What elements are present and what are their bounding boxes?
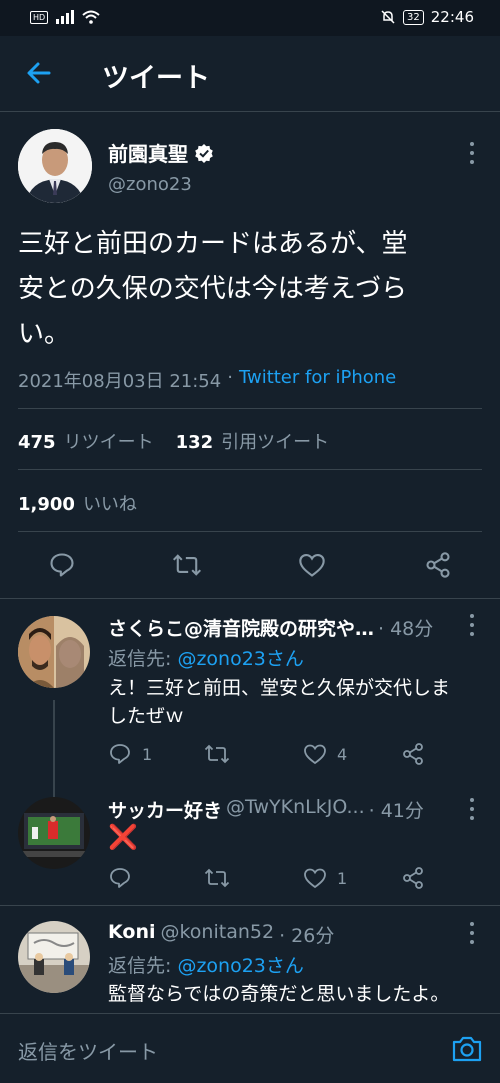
likes-label[interactable]: いいね xyxy=(83,490,137,516)
like-count: 4 xyxy=(337,744,348,764)
divider xyxy=(18,469,482,470)
retweet-icon[interactable] xyxy=(204,866,230,890)
tweet-meta: 2021年08月03日 21:54 · Twitter for iPhone xyxy=(18,367,396,393)
retweet-button[interactable] xyxy=(204,742,240,766)
reply-header: サッカー好き @TwYKnLkJO... · 41分 xyxy=(108,796,458,823)
reply-header: さくらこ@清音院殿の研究や… · 48分 xyxy=(108,614,458,641)
more-icon[interactable] xyxy=(469,614,475,636)
like-button[interactable]: 4 xyxy=(303,742,347,766)
meta-separator: · xyxy=(227,367,233,388)
retweet-icon[interactable] xyxy=(172,551,202,579)
reply-author-handle: @TwYKnLkJO... xyxy=(226,796,365,818)
top-app-bar: ツイート xyxy=(0,36,500,112)
author-handle: @zono23 xyxy=(108,174,192,195)
tweet-text: 三好と前田のカードはあるが、堂 安との久保の交代は今は考えづら い。 xyxy=(18,222,488,357)
reply-time: · 26分 xyxy=(279,925,335,947)
reply-avatar[interactable] xyxy=(18,616,90,688)
retweets-count[interactable]: 475 xyxy=(18,432,56,453)
author-avatar[interactable] xyxy=(18,129,92,203)
likes-count[interactable]: 1,900 xyxy=(18,494,75,515)
camera-icon[interactable] xyxy=(451,1034,483,1064)
quotes-label[interactable]: 引用ツイート xyxy=(221,428,329,454)
share-icon[interactable] xyxy=(424,551,452,579)
retweet-button[interactable] xyxy=(204,866,240,890)
status-bar: HD 32 22:46 xyxy=(0,0,500,36)
reply-author-handle: @konitan52 xyxy=(160,921,275,943)
tweet-text-line: い。 xyxy=(18,319,71,349)
network-type: HD xyxy=(30,10,49,24)
author-name[interactable]: 前園真聖 xyxy=(108,138,188,167)
divider xyxy=(18,408,482,409)
reply-text-line: え！三好と前田、堂安と久保が交代しま xyxy=(108,677,451,699)
reply-avatar[interactable] xyxy=(18,921,90,993)
reply-icon[interactable] xyxy=(48,551,76,579)
reply-compose-input[interactable]: 返信をツイート xyxy=(18,1036,158,1065)
more-icon[interactable] xyxy=(469,922,475,944)
reply-time: · 48分 xyxy=(378,618,434,640)
reply-to-handle[interactable]: @zono23さん xyxy=(177,955,303,977)
more-icon[interactable] xyxy=(469,142,475,164)
reply-text-line: 監督ならではの奇策だと思いましたよ。 xyxy=(108,983,450,1005)
share-icon[interactable] xyxy=(401,742,425,766)
likes-stats: 1,900 いいね xyxy=(18,490,137,516)
verified-badge-icon xyxy=(195,143,213,163)
reply-time: · 41分 xyxy=(368,800,424,822)
reply-button[interactable] xyxy=(108,866,142,890)
mute-bell-icon xyxy=(381,10,395,24)
reply-to-line: 返信先: @zono23さん xyxy=(108,951,304,978)
reply-compose-bar: 返信をツイート xyxy=(0,1013,500,1083)
tweet-timestamp: 2021年08月03日 21:54 xyxy=(18,371,222,392)
quotes-count[interactable]: 132 xyxy=(176,432,214,453)
reply-to-line: 返信先: @zono23さん xyxy=(108,644,304,671)
like-button[interactable]: 1 xyxy=(303,866,347,890)
retweets-label[interactable]: リツイート xyxy=(64,428,154,454)
reply-text: 監督ならではの奇策だと思いましたよ。 xyxy=(108,980,449,1008)
reply-author-name[interactable]: サッカー好き xyxy=(108,796,222,823)
clock: 22:46 xyxy=(430,8,474,26)
tweet-text-line: 安との久保の交代は今は考えづら xyxy=(18,274,407,304)
battery-level: 32 xyxy=(403,9,424,25)
thread-line xyxy=(53,700,55,802)
reply-button[interactable]: 1 xyxy=(108,742,152,766)
engagement-stats: 475 リツイート 132 引用ツイート xyxy=(18,428,329,454)
share-icon[interactable] xyxy=(401,866,425,890)
reply-avatar[interactable] xyxy=(18,797,90,869)
signal-icon xyxy=(56,10,75,24)
page-title: ツイート xyxy=(102,63,210,94)
reply-to-prefix: 返信先: xyxy=(108,955,178,977)
back-arrow-icon[interactable] xyxy=(24,58,54,88)
reply-author-name[interactable]: さくらこ@清音院殿の研究や… xyxy=(108,614,374,641)
cross-mark-icon: ❌ xyxy=(108,823,138,851)
reply-text: え！三好と前田、堂安と久保が交代しま したぜｗ xyxy=(108,674,450,730)
divider xyxy=(0,905,500,906)
like-count: 1 xyxy=(337,868,348,888)
reply-header: Koni @konitan52 · 26分 xyxy=(108,921,458,948)
reply-icon[interactable] xyxy=(108,866,132,890)
retweet-icon[interactable] xyxy=(204,742,230,766)
more-icon[interactable] xyxy=(469,798,475,820)
like-icon[interactable] xyxy=(303,866,327,890)
like-icon[interactable] xyxy=(303,742,327,766)
tweet-text-line: 三好と前田のカードはあるが、堂 xyxy=(18,229,408,259)
reply-count: 1 xyxy=(142,744,153,764)
reply-icon[interactable] xyxy=(108,742,132,766)
tweet-source[interactable]: Twitter for iPhone xyxy=(239,367,396,393)
like-icon[interactable] xyxy=(298,551,326,579)
reply-author-name[interactable]: Koni xyxy=(108,921,155,948)
reply-text: ❌ xyxy=(108,823,138,851)
divider xyxy=(0,598,500,599)
reply-to-prefix: 返信先: xyxy=(108,648,178,670)
wifi-icon xyxy=(82,10,100,24)
reply-text-line: したぜｗ xyxy=(108,705,185,727)
reply-to-handle[interactable]: @zono23さん xyxy=(177,648,303,670)
divider xyxy=(18,531,482,532)
